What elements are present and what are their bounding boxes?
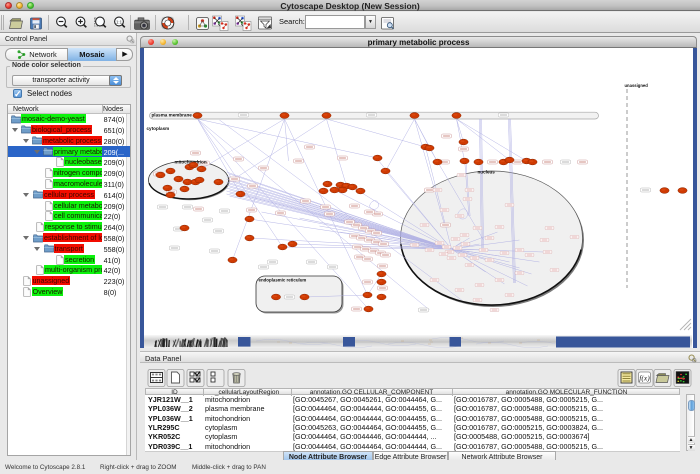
svg-text:f(x): f(x) — [639, 374, 650, 383]
svg-text:cytoplasm: cytoplasm — [147, 126, 170, 131]
svg-text:nucleus: nucleus — [478, 170, 496, 175]
svg-text:plasma membrane: plasma membrane — [152, 113, 193, 118]
svg-text:unassigned: unassigned — [625, 83, 649, 88]
svg-text:endoplasmic reticulum: endoplasmic reticulum — [259, 278, 307, 283]
svg-text:1:1: 1:1 — [116, 19, 123, 24]
